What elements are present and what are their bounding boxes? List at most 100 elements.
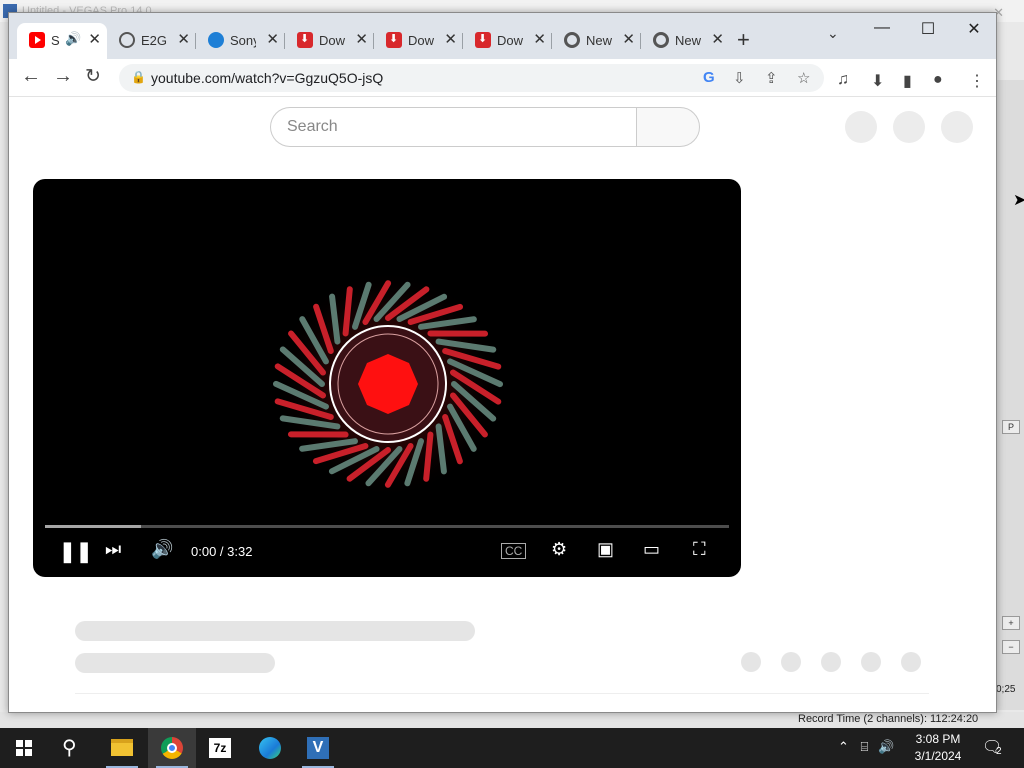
profile-avatar-icon[interactable]: ● bbox=[933, 71, 943, 89]
theater-mode-icon[interactable]: ▭ bbox=[643, 539, 660, 560]
file-explorer-button[interactable] bbox=[98, 728, 146, 768]
tab-new-2[interactable]: New ✕ bbox=[641, 23, 730, 59]
media-controls-icon[interactable]: ♫ bbox=[837, 71, 849, 89]
next-icon[interactable]: ⏭ bbox=[105, 539, 121, 560]
miniplayer-icon[interactable]: ▣ bbox=[597, 539, 614, 560]
search-button[interactable] bbox=[636, 107, 700, 147]
edge-icon bbox=[259, 737, 281, 759]
7zip-button[interactable]: 7z bbox=[196, 728, 244, 768]
address-bar[interactable]: 🔒 youtube.com/watch?v=GgzuQ5O-jsQ G ⇩ ⇪ … bbox=[119, 64, 824, 92]
close-tab-icon[interactable]: ✕ bbox=[711, 30, 724, 48]
volume-tray-icon[interactable]: 🔊 bbox=[878, 739, 894, 754]
fullscreen-icon[interactable]: ⛶ bbox=[693, 539, 706, 560]
downloads-icon[interactable]: ⬇ bbox=[871, 71, 884, 91]
close-tab-icon[interactable]: ✕ bbox=[266, 30, 279, 48]
download-icon bbox=[297, 32, 313, 48]
tab-search-chevron-icon[interactable]: ⌄ bbox=[827, 25, 839, 42]
speaker-icon[interactable]: 🔊 bbox=[65, 31, 81, 47]
progress-buffered bbox=[45, 525, 141, 528]
url-text[interactable]: youtube.com/watch?v=GgzuQ5O-jsQ bbox=[151, 70, 383, 86]
chrome-icon bbox=[653, 32, 669, 48]
clock-time: 3:08 PM bbox=[915, 732, 961, 746]
background-minus-button[interactable]: − bbox=[1002, 640, 1020, 654]
7zip-icon: 7z bbox=[209, 738, 231, 758]
google-lens-icon[interactable]: G bbox=[703, 69, 715, 86]
clock[interactable]: 3:08 PM 3/1/2024 bbox=[906, 731, 970, 765]
close-tab-icon[interactable]: ✕ bbox=[177, 30, 190, 48]
chrome-icon bbox=[161, 737, 183, 759]
back-arrow-icon[interactable]: ← bbox=[21, 65, 41, 88]
video-timecode: 0:00 / 3:32 bbox=[191, 544, 253, 559]
progress-bar[interactable] bbox=[45, 525, 729, 528]
clock-date: 3/1/2024 bbox=[914, 749, 962, 763]
youtube-page: Search ❚❚ ⏭ 🔊 0:00 / 3:32 CC ⚙ ▣ ▭ ⛶ bbox=[9, 97, 996, 712]
lock-icon[interactable]: 🔒 bbox=[131, 70, 146, 84]
tab-title: Dow bbox=[408, 33, 434, 48]
search-input[interactable]: Search bbox=[270, 107, 637, 147]
tab-youtube[interactable]: S 🔊 ✕ bbox=[17, 23, 107, 59]
close-tab-icon[interactable]: ✕ bbox=[88, 30, 101, 48]
download-icon bbox=[386, 32, 402, 48]
volume-icon[interactable]: 🔊 bbox=[151, 539, 173, 560]
video-player[interactable]: ❚❚ ⏭ 🔊 0:00 / 3:32 CC ⚙ ▣ ▭ ⛶ bbox=[33, 179, 741, 577]
forward-arrow-icon[interactable]: → bbox=[53, 65, 73, 88]
channel-placeholder bbox=[75, 653, 275, 673]
background-status-bar: Record Time (2 channels): 112:24:20 bbox=[0, 712, 1024, 728]
new-tab-button[interactable]: + bbox=[737, 27, 750, 53]
tab-title: New bbox=[675, 33, 701, 48]
record-time-text: Record Time (2 channels): 112:24:20 bbox=[798, 713, 979, 725]
create-button-placeholder[interactable] bbox=[845, 111, 877, 143]
tab-title: S bbox=[51, 33, 60, 48]
tab-e2gu[interactable]: E2Gu ✕ bbox=[107, 23, 196, 59]
system-tray: ⌃ ⌸ 🔊 bbox=[838, 739, 894, 755]
background-side-button[interactable]: P bbox=[1002, 420, 1020, 434]
sony-icon bbox=[208, 32, 224, 48]
maximize-button[interactable]: ☐ bbox=[905, 19, 951, 39]
visualizer-petal bbox=[342, 286, 353, 337]
side-panel-icon[interactable]: ▮ bbox=[903, 71, 912, 91]
close-tab-icon[interactable]: ✕ bbox=[622, 30, 635, 48]
action-placeholder bbox=[861, 652, 881, 672]
vegas-taskbar-button[interactable]: V bbox=[294, 728, 342, 768]
chrome-icon bbox=[564, 32, 580, 48]
close-tab-icon[interactable]: ✕ bbox=[533, 30, 546, 48]
close-window-button[interactable]: ✕ bbox=[951, 19, 996, 39]
start-button[interactable] bbox=[0, 728, 48, 768]
avatar-placeholder[interactable] bbox=[941, 111, 973, 143]
close-tab-icon[interactable]: ✕ bbox=[444, 30, 457, 48]
background-plus-button[interactable]: + bbox=[1002, 616, 1020, 630]
network-icon[interactable]: ⌸ bbox=[861, 739, 869, 754]
install-app-icon[interactable]: ⇩ bbox=[733, 69, 746, 87]
action-placeholder bbox=[821, 652, 841, 672]
tab-download-3[interactable]: Dow ✕ bbox=[463, 23, 552, 59]
tab-download-2[interactable]: Dow ✕ bbox=[374, 23, 463, 59]
captions-icon[interactable]: CC bbox=[501, 543, 527, 559]
folder-icon bbox=[111, 739, 133, 756]
bookmark-star-icon[interactable]: ☆ bbox=[797, 69, 810, 87]
video-frame-visualizer bbox=[273, 269, 503, 499]
close-tab-icon[interactable]: ✕ bbox=[355, 30, 368, 48]
menu-kebab-icon[interactable]: ⋮ bbox=[969, 71, 985, 91]
vegas-icon: V bbox=[307, 737, 329, 759]
tab-title: Sony bbox=[230, 33, 256, 48]
minimize-button[interactable]: — bbox=[859, 19, 905, 37]
edge-button[interactable] bbox=[246, 728, 294, 768]
notifications-button-placeholder[interactable] bbox=[893, 111, 925, 143]
settings-gear-icon[interactable]: ⚙ bbox=[551, 539, 567, 560]
tab-sony[interactable]: Sony ✕ bbox=[196, 23, 285, 59]
tab-new-1[interactable]: New ✕ bbox=[552, 23, 641, 59]
share-icon[interactable]: ⇪ bbox=[765, 69, 778, 87]
tab-title: Dow bbox=[497, 33, 523, 48]
tab-title: Dow bbox=[319, 33, 345, 48]
title-placeholder bbox=[75, 621, 475, 641]
chrome-taskbar-button[interactable] bbox=[148, 728, 196, 768]
tab-strip: S 🔊 ✕ E2Gu ✕ Sony ✕ Dow ✕ Dow ✕ bbox=[9, 13, 996, 59]
download-icon bbox=[475, 32, 491, 48]
tab-download-1[interactable]: Dow ✕ bbox=[285, 23, 374, 59]
action-placeholder bbox=[741, 652, 761, 672]
notification-count: 2 bbox=[996, 746, 1002, 757]
pause-icon[interactable]: ❚❚ bbox=[59, 539, 93, 564]
reload-icon[interactable]: ↻ bbox=[85, 65, 101, 88]
chevron-up-icon[interactable]: ⌃ bbox=[838, 739, 849, 754]
search-taskbar-button[interactable]: ⚲ bbox=[48, 728, 96, 768]
